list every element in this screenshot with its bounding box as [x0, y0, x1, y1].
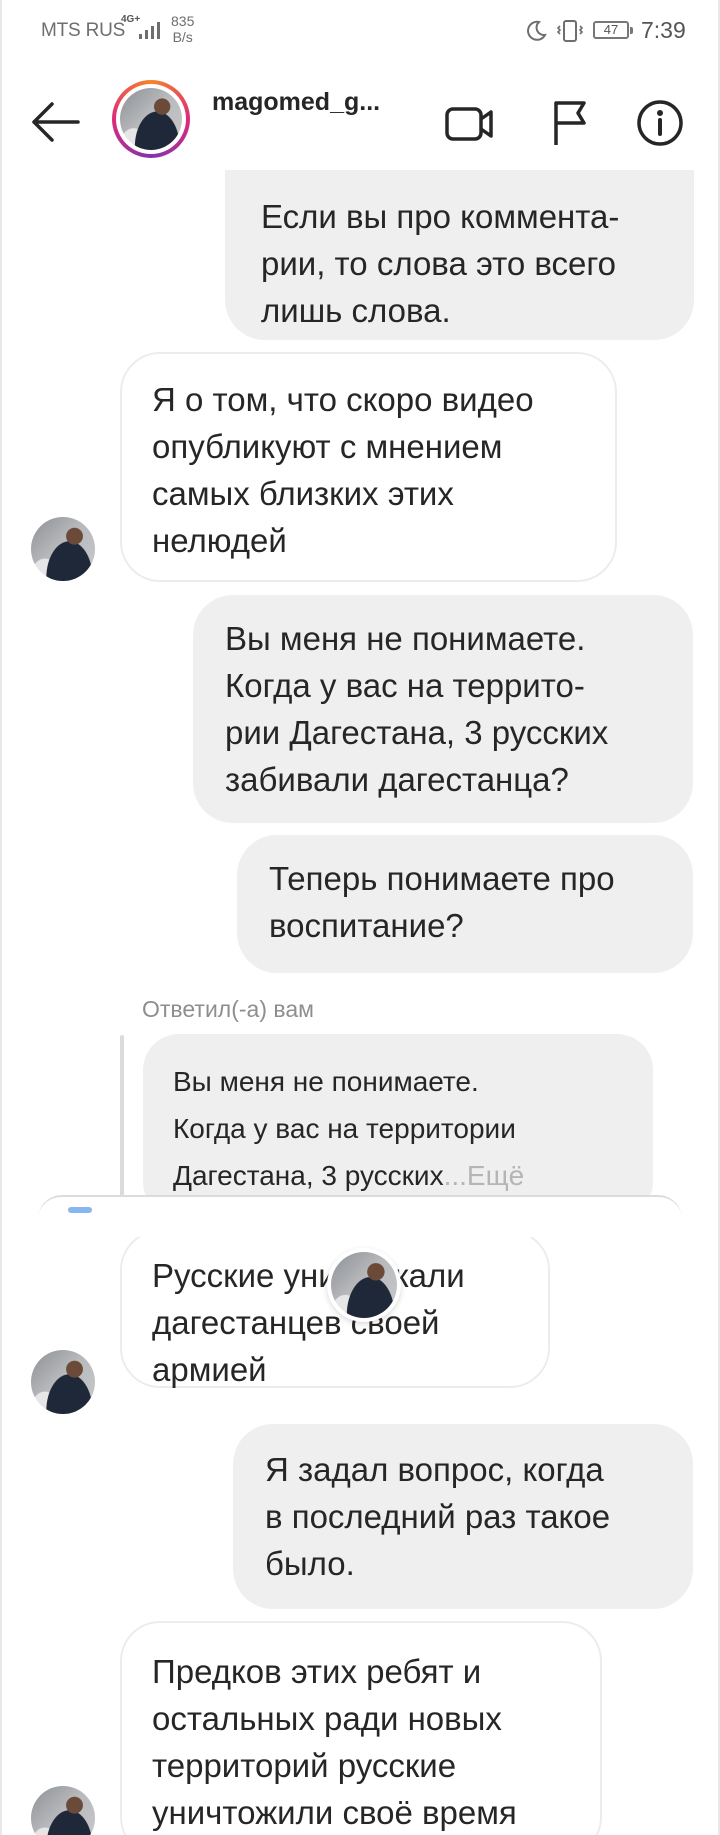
- seen-avatar: [327, 1248, 401, 1322]
- flag-icon[interactable]: [544, 95, 600, 151]
- message-list[interactable]: Если вы про коммента- рии, то слова это …: [0, 170, 720, 1835]
- message-bubble-outgoing[interactable]: Если вы про коммента- рии, то слова это …: [225, 170, 694, 340]
- sender-avatar[interactable]: [31, 1350, 95, 1414]
- reply-label: Ответил(-а) вам: [142, 996, 314, 1022]
- message-text: Вы меня не понимаете. Когда у вас на тер…: [225, 620, 609, 798]
- message-text: Если вы про коммента- рии, то слова это …: [261, 198, 620, 329]
- arrow-left-icon[interactable]: [30, 100, 82, 144]
- status-bar: MTS RUS 4G+ 835 B/s 47 7:39: [0, 0, 720, 64]
- clock: 7:39: [641, 17, 686, 43]
- network-speed: 835 B/s: [171, 13, 194, 45]
- message-text: Предков этих ребят и остальных ради новы…: [152, 1653, 517, 1831]
- message-bubble-outgoing[interactable]: Теперь понимаете про воспитание?: [237, 835, 693, 973]
- chat-header: magomed_g...: [0, 70, 720, 170]
- vibrate-icon: [556, 20, 584, 42]
- info-icon[interactable]: [632, 95, 688, 151]
- battery-icon: 47: [593, 21, 633, 39]
- contact-avatar[interactable]: [112, 80, 190, 158]
- do-not-disturb-icon: [527, 20, 547, 41]
- signal-icon: [139, 22, 160, 39]
- sender-avatar[interactable]: [31, 1786, 95, 1835]
- avatar-photo: [120, 88, 182, 150]
- message-bubble-incoming[interactable]: Предков этих ребят и остальных ради новы…: [120, 1621, 602, 1835]
- carrier-label: MTS RUS: [41, 20, 126, 41]
- message-bubble-outgoing[interactable]: Вы меня не понимаете. Когда у вас на тер…: [193, 595, 693, 823]
- message-bubble-outgoing[interactable]: Я задал вопрос, когда в последний раз та…: [233, 1424, 693, 1609]
- message-text: Я о том, что скоро видео опубликуют с мн…: [152, 381, 534, 559]
- battery-level: 47: [603, 22, 619, 37]
- seen-avatar-photo: [331, 1252, 397, 1318]
- message-text: Я задал вопрос, когда в последний раз та…: [265, 1451, 611, 1582]
- panel-indicator: [68, 1207, 92, 1213]
- contact-username[interactable]: magomed_g...: [212, 88, 380, 117]
- network-speed-value: 835: [171, 13, 195, 29]
- overlapping-panel: [38, 1195, 682, 1237]
- see-more-link[interactable]: ...Ещё: [444, 1160, 525, 1191]
- message-text: Теперь понимаете про воспитание?: [269, 860, 615, 944]
- sender-avatar[interactable]: [31, 517, 95, 581]
- quoted-message[interactable]: Вы меня не понимаете. Когда у вас на тер…: [143, 1034, 653, 1218]
- video-camera-icon[interactable]: [441, 95, 497, 151]
- network-speed-unit: B/s: [172, 29, 193, 45]
- message-bubble-incoming[interactable]: Я о том, что скоро видео опубликуют с мн…: [120, 352, 617, 582]
